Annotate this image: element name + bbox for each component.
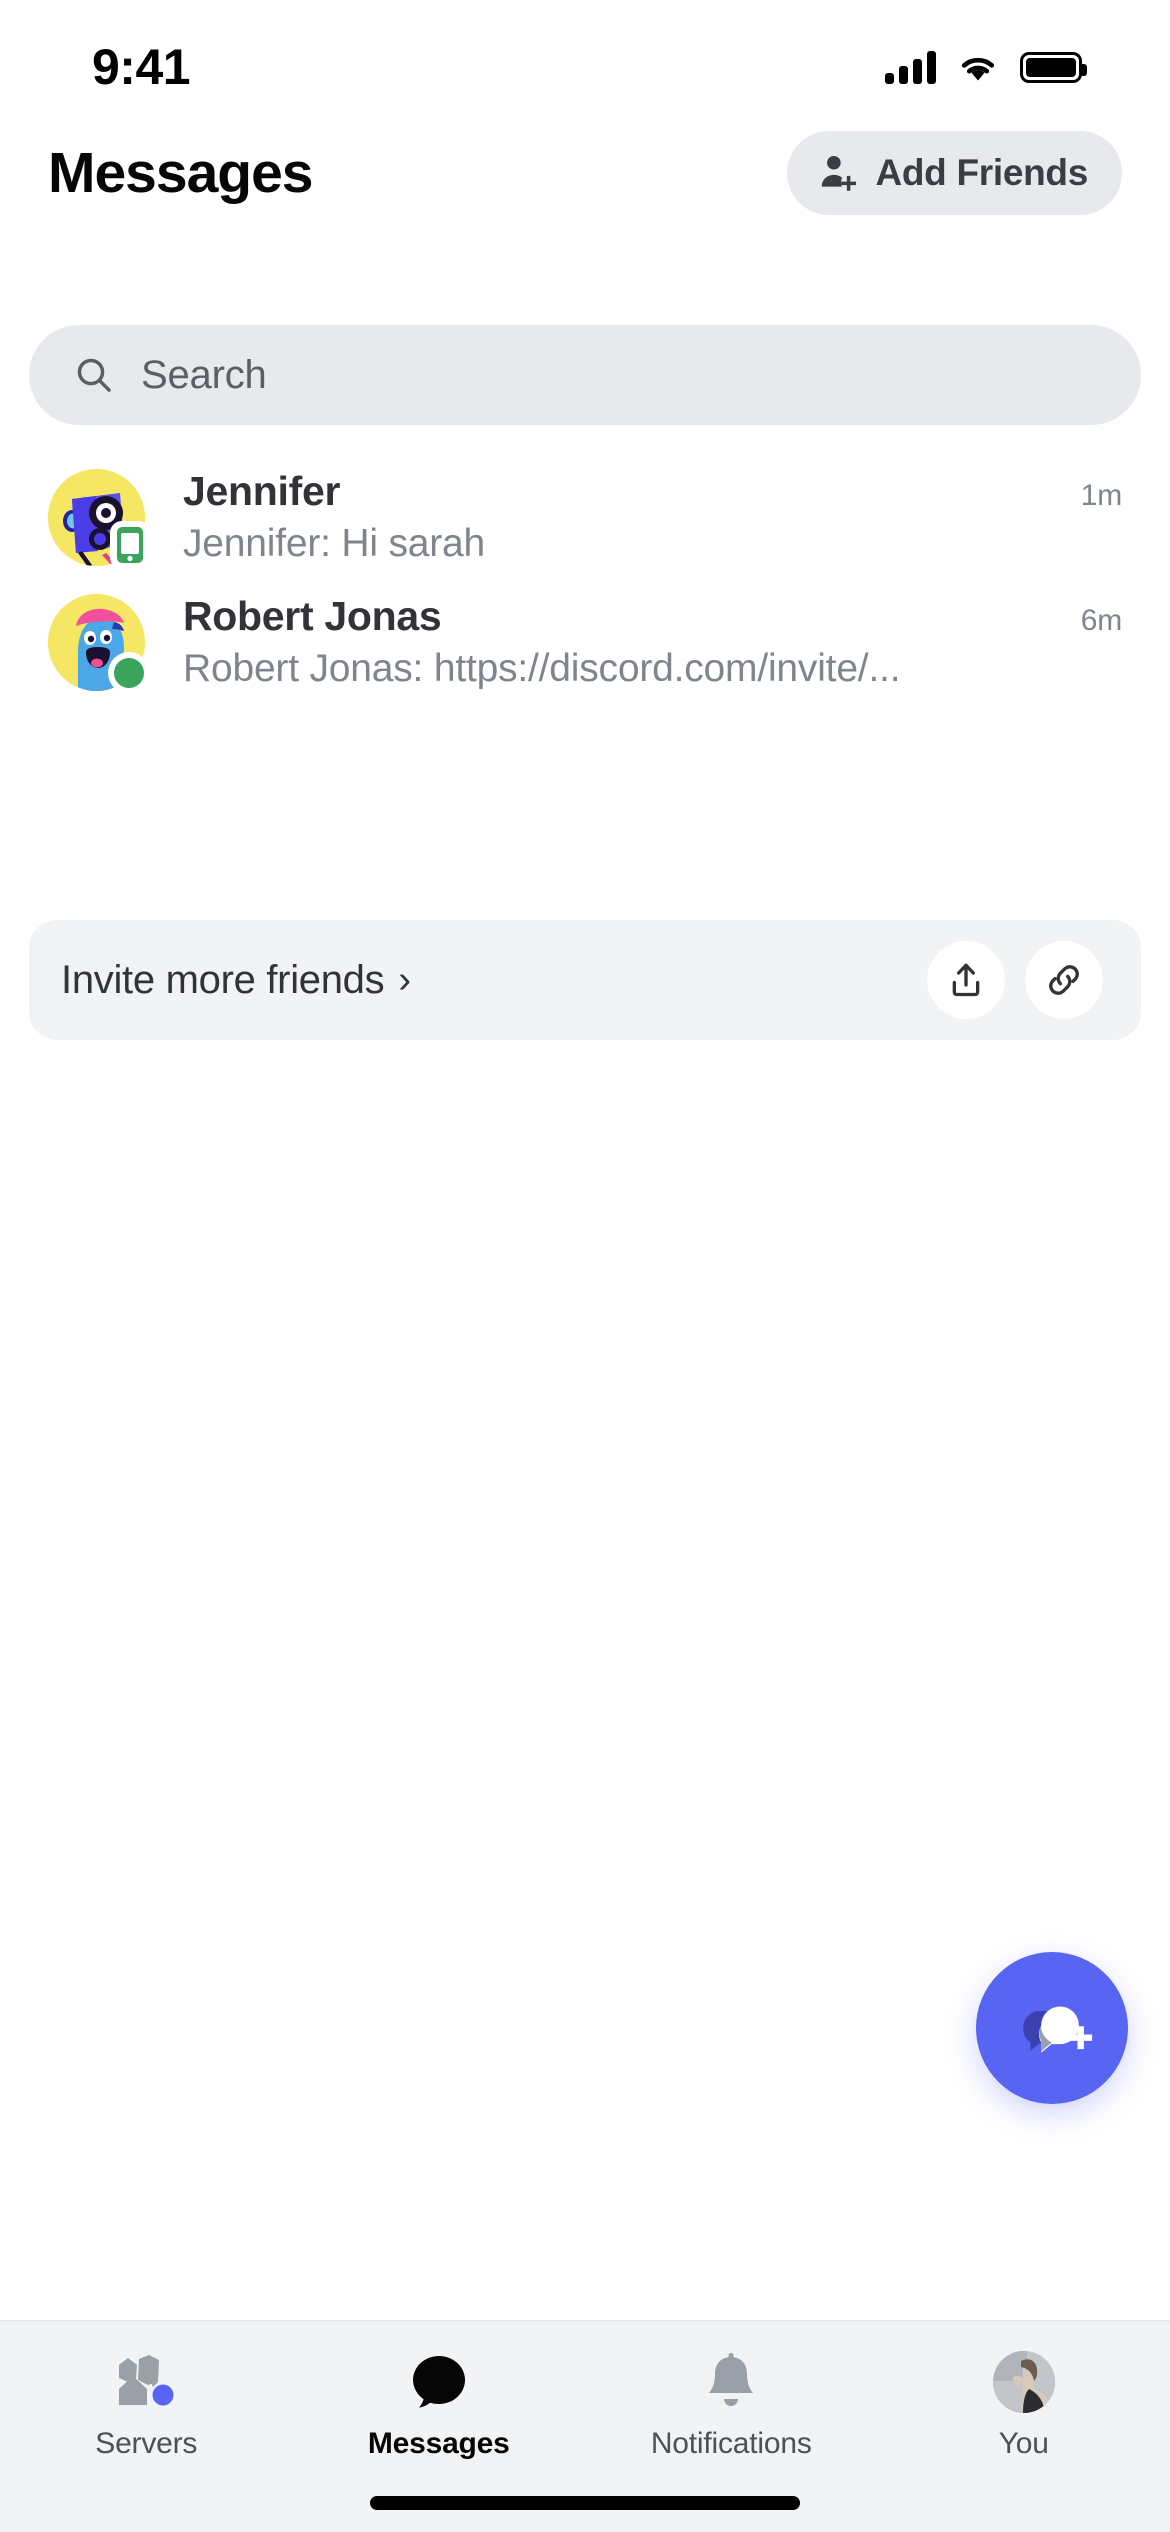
search-placeholder: Search: [141, 352, 267, 397]
tab-label: Notifications: [650, 2427, 812, 2460]
battery-full-icon: [1020, 51, 1087, 83]
cellular-bars-icon: [885, 50, 936, 84]
tab-label: Servers: [95, 2427, 198, 2460]
conversation-timestamp: 1m: [1080, 479, 1122, 512]
avatar: [992, 2351, 1055, 2413]
link-icon: [1049, 965, 1079, 995]
conversation-preview: Robert Jonas: https://discord.com/invite…: [183, 647, 901, 691]
conversation-row-robert-jonas[interactable]: Robert Jonas Robert Jonas: https://disco…: [0, 580, 1170, 705]
wifi-icon: [961, 57, 995, 81]
discord-messages-screen: 9:41 Messages Add Friends Search Jennife…: [0, 0, 1170, 2532]
search-icon: [77, 358, 111, 392]
chevron-right-icon: ›: [398, 958, 411, 1001]
bell-icon: [700, 2349, 762, 2415]
status-time: 9:41: [92, 39, 191, 95]
new-message-icon: [1023, 2006, 1093, 2053]
bottom-tab-bar: Servers Messages Notifications You: [0, 2320, 1170, 2532]
avatar[interactable]: [48, 469, 150, 569]
online-dot-icon: [108, 652, 150, 694]
invite-label-group[interactable]: Invite more friends ›: [61, 958, 411, 1003]
conversation-row-jennifer[interactable]: Jennifer Jennifer: Hi sarah 1m: [0, 455, 1170, 580]
conversation-preview: Jennifer: Hi sarah: [183, 522, 486, 566]
home-indicator: [370, 2496, 800, 2510]
page-header: Messages Add Friends: [0, 118, 1170, 228]
add-friends-button[interactable]: Add Friends: [787, 131, 1122, 215]
invite-actions: [927, 941, 1103, 1019]
conversation-text: Robert Jonas Robert Jonas: https://disco…: [183, 592, 1122, 693]
page-title: Messages: [48, 141, 314, 205]
tab-label: You: [998, 2427, 1049, 2460]
invite-label: Invite more friends: [61, 957, 385, 1002]
search-input[interactable]: Search: [29, 325, 1141, 425]
tab-messages[interactable]: Messages: [293, 2349, 586, 2461]
tab-notifications[interactable]: Notifications: [585, 2349, 878, 2461]
servers-badge: [152, 2384, 174, 2406]
conversation-name: Robert Jonas: [183, 593, 442, 640]
conversation-timestamp: 6m: [1080, 604, 1122, 637]
user-avatar-icon: [992, 2349, 1055, 2415]
conversation-list: Jennifer Jennifer: Hi sarah 1m Robert Jo…: [0, 455, 1170, 705]
tab-label: Messages: [367, 2427, 510, 2460]
avatar[interactable]: [48, 594, 150, 694]
share-icon: [952, 963, 980, 997]
invite-more-friends-card[interactable]: Invite more friends ›: [29, 920, 1141, 1040]
tab-servers[interactable]: Servers: [0, 2349, 293, 2461]
tab-you[interactable]: You: [878, 2349, 1170, 2461]
servers-icon: [111, 2349, 181, 2415]
conversation-name: Jennifer: [183, 468, 341, 515]
copy-link-button[interactable]: [1025, 941, 1103, 1019]
new-message-fab[interactable]: [976, 1952, 1128, 2104]
conversation-text: Jennifer Jennifer: Hi sarah: [183, 467, 1122, 568]
status-bar: 9:41: [0, 0, 1170, 118]
person-add-icon: [822, 155, 857, 191]
message-bubble-icon: [406, 2349, 472, 2415]
add-friends-label: Add Friends: [875, 152, 1088, 193]
mobile-phone-icon: [110, 521, 150, 569]
share-button[interactable]: [927, 941, 1005, 1019]
status-indicators: [885, 50, 1087, 84]
